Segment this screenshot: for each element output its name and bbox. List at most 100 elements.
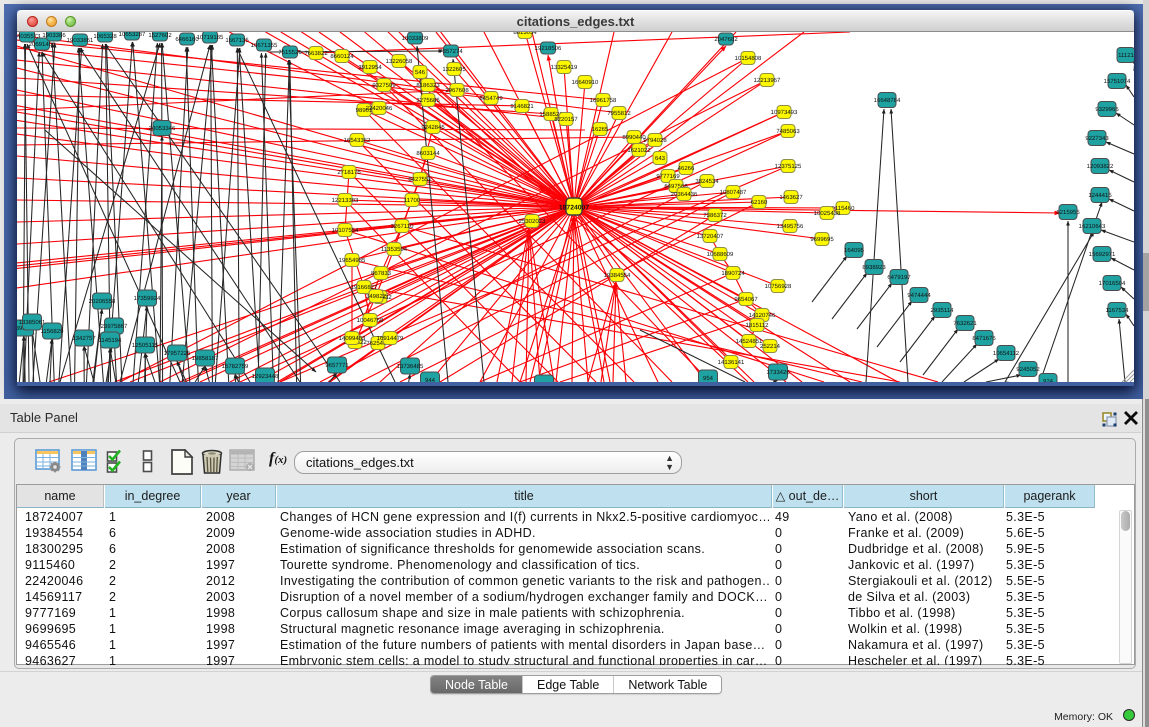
svg-text:25302023: 25302023 — [519, 218, 546, 225]
svg-text:1065328: 1065328 — [93, 33, 117, 40]
svg-text:11353594: 11353594 — [381, 246, 408, 253]
svg-text:944: 944 — [425, 377, 436, 382]
svg-text:16033809: 16033809 — [402, 35, 429, 42]
svg-text:9474444: 9474444 — [907, 292, 931, 299]
svg-text:9699695: 9699695 — [810, 236, 834, 243]
svg-text:2047682: 2047682 — [714, 36, 738, 43]
svg-text:6479197: 6479197 — [887, 274, 911, 281]
svg-text:867833: 867833 — [371, 270, 392, 277]
svg-text:8186323: 8186323 — [416, 82, 440, 89]
svg-text:9654067: 9654067 — [734, 296, 758, 303]
svg-text:3912954: 3912954 — [358, 64, 382, 71]
svg-text:23975867: 23975867 — [101, 323, 128, 330]
svg-text:16210643: 16210643 — [1079, 223, 1106, 230]
svg-text:15751074: 15751074 — [1104, 78, 1131, 85]
svg-text:12213967: 12213967 — [754, 77, 781, 84]
svg-text:19218506: 19218506 — [535, 45, 562, 52]
svg-text:62160: 62160 — [751, 199, 768, 206]
svg-text:19384554: 19384554 — [604, 272, 631, 279]
svg-text:16648784: 16648784 — [874, 97, 901, 104]
svg-text:10973493: 10973493 — [771, 109, 798, 116]
svg-text:349822: 349822 — [366, 293, 387, 300]
svg-text:22420046: 22420046 — [366, 105, 393, 112]
svg-text:13385061: 13385061 — [19, 319, 46, 326]
svg-text:8215955: 8215955 — [1056, 209, 1080, 216]
svg-text:14136141: 14136141 — [718, 359, 745, 366]
svg-text:16543362: 16543362 — [344, 137, 371, 144]
svg-text:1815112: 1815112 — [746, 322, 770, 329]
svg-text:10107554: 10107554 — [332, 227, 359, 234]
svg-text:9329966: 9329966 — [1095, 106, 1119, 113]
svg-text:3275685: 3275685 — [416, 97, 440, 104]
svg-text:17957225: 17957225 — [164, 350, 191, 357]
svg-text:16961758: 16961758 — [590, 97, 617, 104]
svg-text:10807487: 10807487 — [720, 189, 747, 196]
svg-text:1621022: 1621022 — [627, 147, 651, 154]
svg-text:9242845: 9242845 — [421, 124, 445, 131]
svg-text:7663822: 7663822 — [304, 50, 328, 57]
svg-text:8603144: 8603144 — [416, 150, 440, 157]
svg-text:2935114: 2935114 — [931, 307, 955, 314]
svg-text:8938923: 8938923 — [862, 264, 886, 271]
svg-text:11700: 11700 — [404, 197, 421, 204]
svg-text:19858187: 19858187 — [192, 355, 219, 362]
svg-text:20691406: 20691406 — [29, 41, 56, 48]
svg-text:14099483: 14099483 — [339, 335, 366, 342]
svg-text:9777169: 9777169 — [656, 173, 680, 180]
svg-text:8427552: 8427552 — [408, 176, 432, 183]
svg-text:1156829: 1156829 — [41, 328, 65, 335]
svg-text:12505115: 12505115 — [132, 342, 159, 349]
svg-text:1167534: 1167534 — [1106, 307, 1130, 314]
svg-text:19033861: 19033861 — [67, 37, 94, 44]
svg-text:13226058: 13226058 — [386, 58, 413, 65]
svg-text:46266: 46266 — [678, 165, 695, 172]
svg-text:7357274: 7357274 — [439, 48, 463, 55]
svg-text:7386372: 7386372 — [703, 212, 727, 219]
svg-text:14120746: 14120746 — [749, 312, 776, 319]
svg-text:1890724: 1890724 — [721, 270, 745, 277]
svg-text:8220157: 8220157 — [554, 116, 578, 123]
svg-text:1527602: 1527602 — [148, 32, 172, 39]
svg-text:16782759: 16782759 — [222, 363, 249, 370]
svg-text:20206558: 20206558 — [89, 298, 116, 305]
svg-text:1667135: 1667135 — [225, 37, 249, 44]
svg-text:10688609: 10688609 — [707, 251, 734, 258]
svg-text:9657771: 9657771 — [325, 362, 349, 369]
svg-text:16640910: 16640910 — [572, 79, 599, 86]
svg-text:252214: 252214 — [760, 343, 781, 350]
svg-text:1342757: 1342757 — [72, 335, 96, 342]
svg-text:1322605: 1322605 — [442, 66, 466, 73]
svg-text:13720407: 13720407 — [697, 233, 724, 240]
svg-text:9227343: 9227343 — [1085, 135, 1109, 142]
svg-text:2967608: 2967608 — [445, 87, 469, 94]
svg-text:9245052: 9245052 — [1016, 366, 1040, 373]
svg-text:11121: 11121 — [1118, 52, 1134, 59]
svg-text:643: 643 — [655, 155, 666, 162]
svg-text:1903386: 1903386 — [42, 32, 66, 39]
svg-text:10654112: 10654112 — [993, 350, 1020, 357]
svg-text:12375125: 12375125 — [775, 163, 802, 170]
svg-text:16914479: 16914479 — [377, 335, 404, 342]
svg-text:1463627: 1463627 — [779, 194, 803, 201]
svg-text:7632621: 7632621 — [953, 320, 977, 327]
svg-text:16265: 16265 — [592, 126, 609, 133]
svg-text:14524851: 14524851 — [736, 338, 763, 345]
svg-text:9146821: 9146821 — [510, 103, 534, 110]
svg-text:9794028: 9794028 — [643, 137, 667, 144]
svg-text:10756928: 10756928 — [765, 283, 792, 290]
svg-text:7485063: 7485063 — [776, 128, 800, 135]
svg-text:10046768: 10046768 — [357, 317, 384, 324]
svg-text:3267110: 3267110 — [391, 223, 415, 230]
svg-text:13495756: 13495756 — [777, 223, 804, 230]
svg-text:13736485: 13736485 — [397, 363, 424, 370]
svg-text:164095: 164095 — [844, 247, 865, 254]
svg-text:15692971: 15692971 — [1089, 251, 1116, 258]
svg-text:924: 924 — [1043, 378, 1054, 382]
svg-text:3824534: 3824534 — [695, 178, 719, 185]
svg-text:10653287: 10653287 — [119, 32, 146, 38]
svg-text:1733426: 1733426 — [766, 369, 790, 376]
svg-text:1145194: 1145194 — [99, 337, 123, 344]
svg-text:10719185: 10719185 — [197, 34, 224, 41]
svg-text:20053346: 20053346 — [149, 125, 176, 132]
svg-text:1244415: 1244415 — [1088, 192, 1112, 199]
